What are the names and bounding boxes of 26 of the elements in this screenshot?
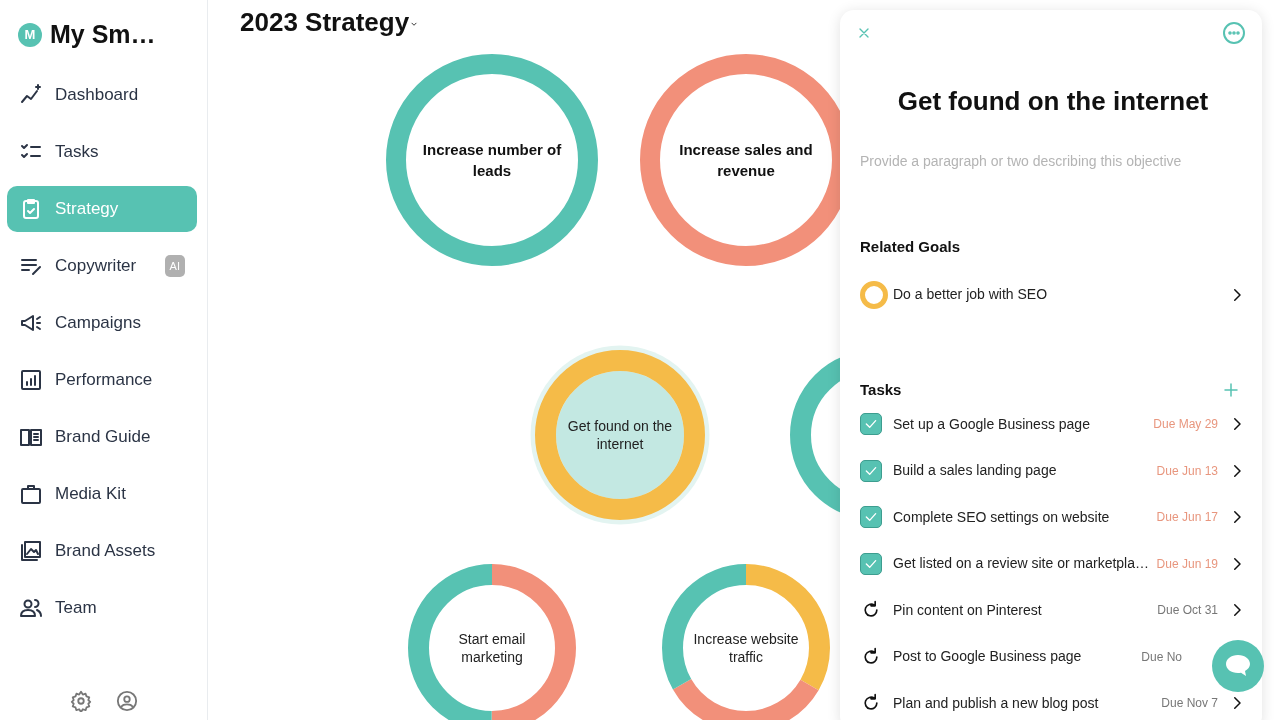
node-label: Start email marketing: [457, 630, 527, 666]
node-label: Increase sales and revenue: [678, 140, 814, 181]
section-heading: Tasks: [860, 379, 902, 400]
due-date: Due May 29: [1153, 416, 1218, 433]
avatar: M: [18, 23, 42, 47]
node-label: Increase website traffic: [692, 630, 800, 666]
task-label: Get listed on a review site or marketpla…: [893, 554, 1149, 573]
panel-title: Get found on the internet: [896, 85, 1210, 118]
due-date: Due No: [1141, 648, 1182, 666]
task-label: Set up a Google Business page: [893, 414, 1090, 434]
node-label: Increase number of leads: [421, 140, 563, 181]
due-date: Due Jun 13: [1156, 462, 1218, 480]
task-label: Pin content on Pinterest: [893, 600, 1042, 620]
goal-label: Do a better job with SEO: [893, 285, 1048, 304]
node-label: Get found on the internet: [566, 417, 674, 453]
app-name: My Sm…: [50, 19, 156, 51]
section-heading: Related Goals: [860, 237, 962, 257]
task-label: Plan and publish a new blog post: [893, 693, 1099, 713]
ai-badge: AI: [164, 254, 185, 278]
due-date: Due Oct 31: [1157, 602, 1218, 619]
due-date: Due Jun 19: [1156, 555, 1218, 573]
task-label: Build a sales landing page: [893, 461, 1057, 480]
task-label: Post to Google Business page: [893, 647, 1082, 666]
task-label: Complete SEO settings on website: [893, 507, 1110, 527]
due-date: Due Jun 17: [1156, 509, 1218, 526]
due-date: Due Nov 7: [1161, 695, 1218, 712]
